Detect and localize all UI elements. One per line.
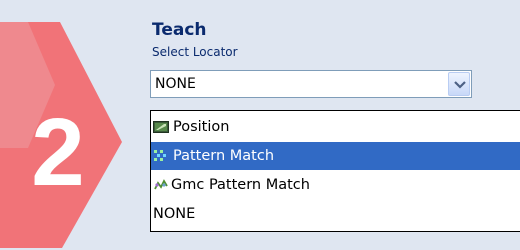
step-badge: 2 [0,22,122,248]
list-item-position[interactable]: Position [151,113,520,141]
position-icon [153,121,169,133]
list-item-label: NONE [153,206,196,222]
combo-dropdown-button[interactable] [448,72,470,96]
section-subtitle: Select Locator [152,45,238,59]
combo-selected-value: NONE [155,76,196,92]
step-number: 2 [31,99,84,206]
list-item-label: Gmc Pattern Match [171,177,310,193]
select-locator-combobox[interactable]: NONE [150,70,472,98]
locator-dropdown-list[interactable]: Position Pattern Match Gmc Pattern Match [150,110,520,232]
list-item-gmc-pattern-match[interactable]: Gmc Pattern Match [151,171,520,199]
chevron-down-icon [454,81,466,89]
list-item-none[interactable]: NONE [151,200,520,228]
list-item-label: Pattern Match [173,148,275,164]
gmc-pattern-match-icon [154,179,168,190]
pattern-match-icon [154,150,166,161]
section-title: Teach [152,20,207,40]
teach-panel: 2 Teach Select Locator NONE Position Pat… [0,0,520,250]
list-item-pattern-match[interactable]: Pattern Match [151,142,520,170]
list-item-label: Position [173,119,230,135]
